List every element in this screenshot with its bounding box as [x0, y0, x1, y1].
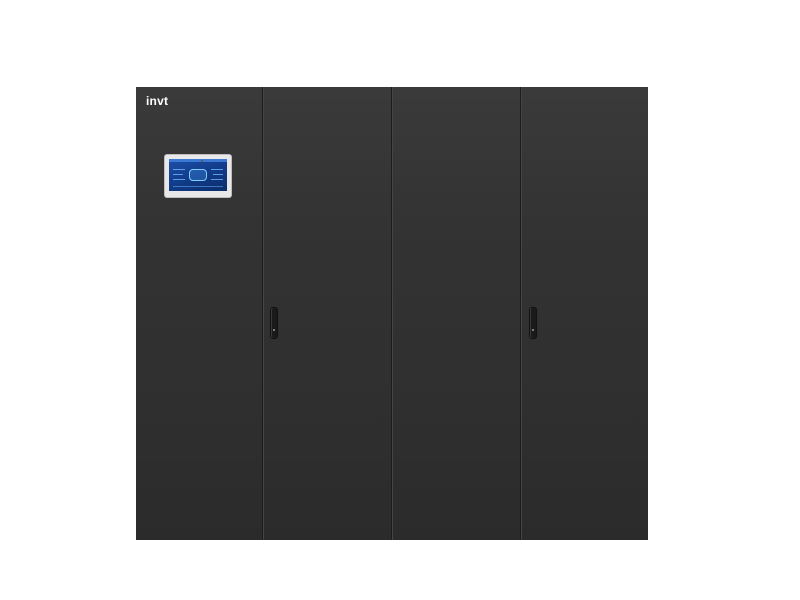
touchscreen-display — [165, 155, 231, 197]
display-camera-icon — [201, 160, 203, 162]
screen-line — [173, 169, 185, 170]
display-status-bar — [169, 159, 227, 162]
screen-line — [173, 174, 183, 175]
door-3 — [391, 87, 520, 540]
screen-line — [211, 169, 223, 170]
screen-line — [213, 174, 223, 175]
brand-logo-text: invt — [146, 94, 169, 108]
door-4 — [520, 87, 648, 540]
door-2 — [262, 87, 391, 540]
door-handle-icon — [530, 308, 536, 338]
product-photo: invt — [0, 0, 800, 600]
cabinet: invt — [136, 87, 648, 540]
display-screen — [169, 159, 227, 191]
brand-logo: invt — [146, 94, 168, 108]
door-1: invt — [136, 87, 262, 540]
screen-center-graphic-icon — [189, 169, 207, 181]
door-handle-icon — [271, 308, 277, 338]
screen-line — [173, 179, 185, 180]
screen-line — [173, 186, 223, 187]
screen-line — [211, 179, 223, 180]
